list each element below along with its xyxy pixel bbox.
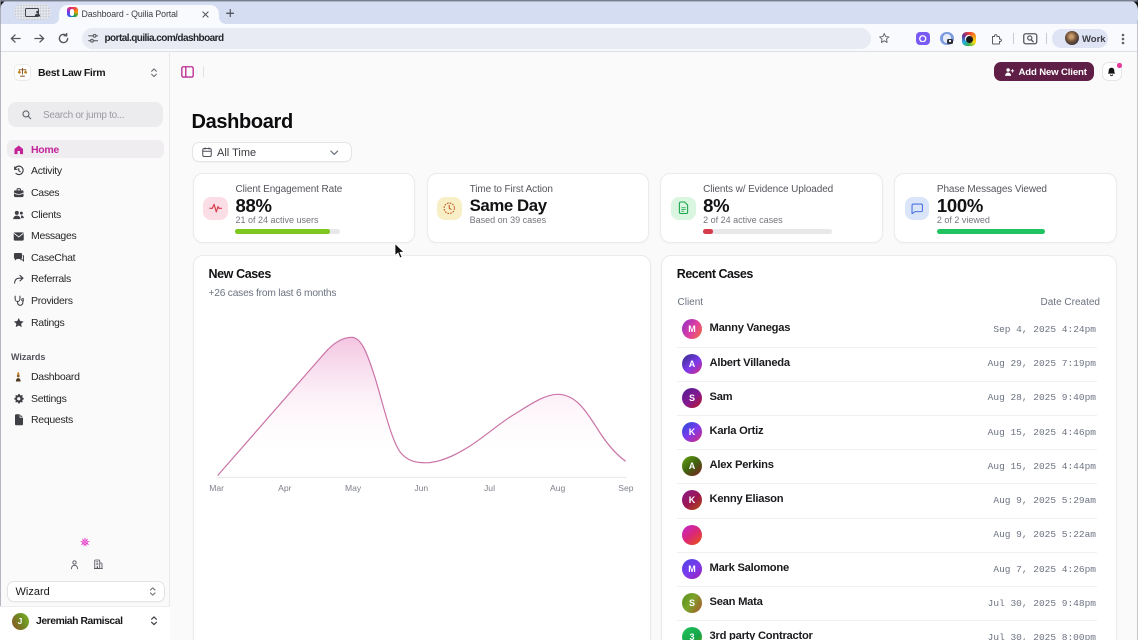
svg-text:Mar: Mar bbox=[209, 483, 224, 493]
svg-text:Jun: Jun bbox=[414, 483, 428, 493]
svg-text:Sep: Sep bbox=[618, 483, 634, 493]
svg-text:Aug: Aug bbox=[550, 483, 566, 493]
svg-text:Jul: Jul bbox=[484, 483, 495, 493]
svg-text:Apr: Apr bbox=[278, 483, 292, 493]
svg-text:May: May bbox=[345, 483, 362, 493]
